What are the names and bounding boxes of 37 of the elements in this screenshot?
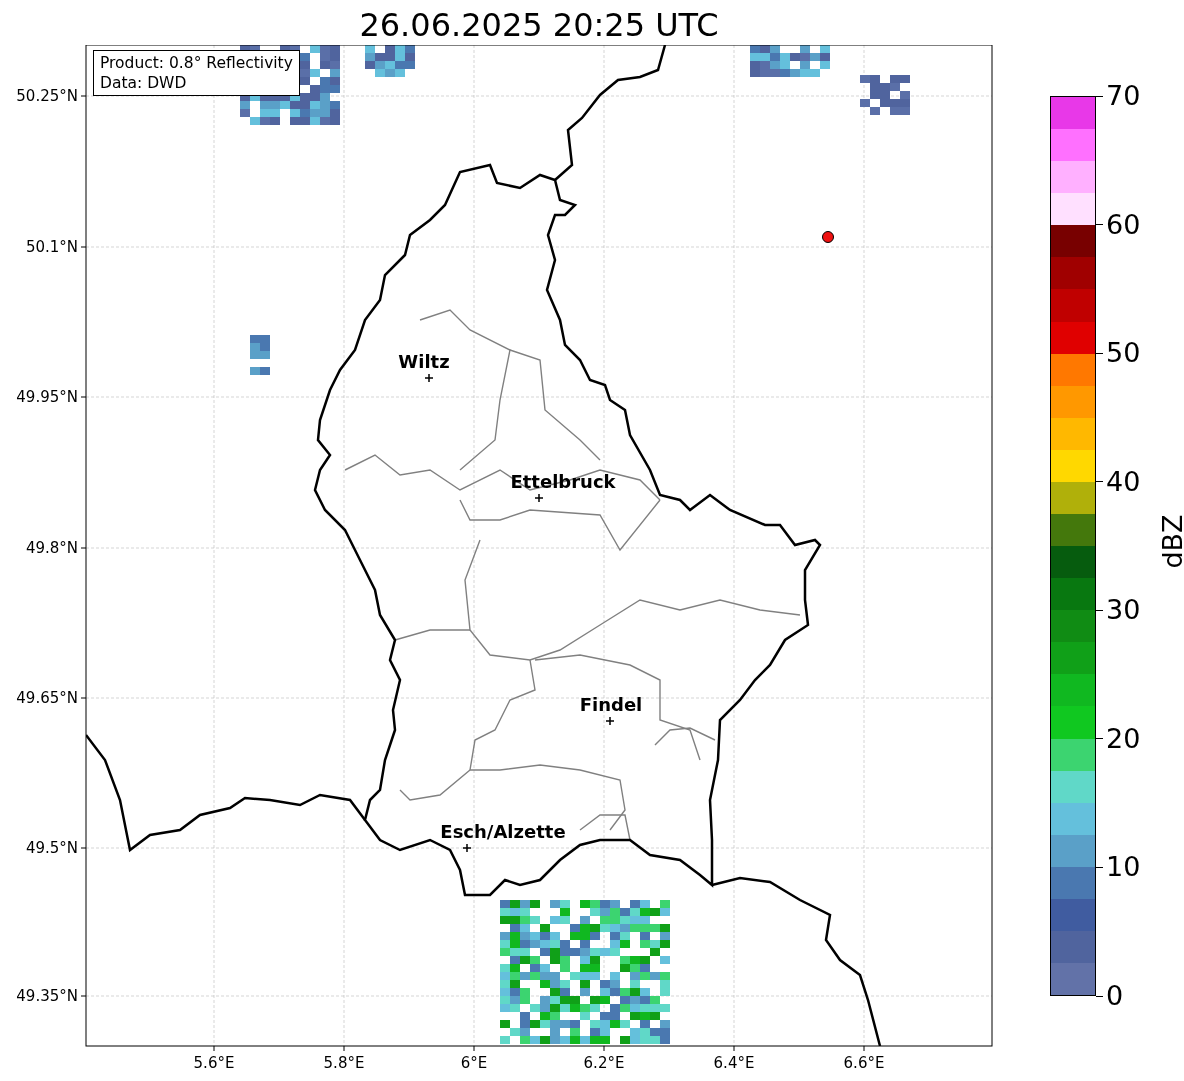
latitude-label: 49.5°N: [25, 839, 78, 857]
radar-echo: [250, 335, 270, 375]
info-text: Data: DWD: [100, 73, 188, 93]
colorbar-tick-label: 40: [1106, 465, 1141, 498]
city-label: Esch/Alzette: [440, 821, 566, 842]
city-label: Wiltz: [398, 351, 450, 372]
city-label: Findel: [579, 694, 643, 715]
colorbar-label: dBZ: [1156, 513, 1184, 571]
colorbar-tick-label: 60: [1106, 208, 1141, 241]
latitude-label: 49.35°N: [16, 987, 78, 1005]
location-marker: [822, 231, 834, 243]
city-marker-icon: [462, 843, 472, 853]
colorbar-tick-label: 50: [1106, 337, 1141, 370]
latitude-label: 50.25°N: [16, 87, 78, 105]
colorbar-tick-label: 30: [1106, 594, 1141, 627]
latitude-label: 49.65°N: [16, 689, 78, 707]
info-text: Product: 0.8° Reflectivity: [100, 53, 293, 73]
chart-title: 26.06.2025 20:25 UTC: [358, 5, 720, 45]
longitude-label: 6.2°E: [583, 1054, 625, 1072]
longitude-label: 6.6°E: [843, 1054, 885, 1072]
city-marker-icon: [605, 716, 615, 726]
radar-echo: [860, 75, 910, 115]
radar-echo: [365, 45, 415, 77]
longitude-label: 6°E: [460, 1054, 488, 1072]
colorbar-tick-label: 10: [1106, 851, 1141, 884]
latitude-label: 50.1°N: [25, 238, 78, 256]
longitude-label: 5.8°E: [323, 1054, 365, 1072]
city-marker-icon: [424, 373, 434, 383]
city-marker-icon: [534, 493, 544, 503]
colorbar-tick-label: 70: [1106, 80, 1141, 112]
latitude-label: 49.8°N: [25, 539, 78, 557]
latitude-label: 49.95°N: [16, 388, 78, 406]
colorbar-tick-label: 20: [1106, 722, 1141, 755]
city-label: Ettelbruck: [510, 471, 616, 492]
colorbar-tick-label: 0: [1106, 980, 1124, 1012]
longitude-label: 5.6°E: [193, 1054, 235, 1072]
longitude-label: 6.4°E: [713, 1054, 755, 1072]
